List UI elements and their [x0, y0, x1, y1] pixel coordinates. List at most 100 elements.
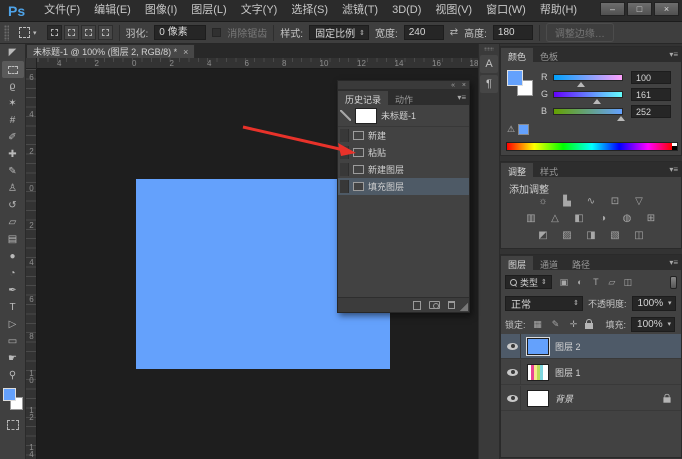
lock-all-icon[interactable] — [585, 323, 593, 329]
refine-edge-button[interactable]: 调整边缘… — [546, 23, 614, 42]
hand-tool[interactable]: ☛ — [2, 350, 24, 367]
crop-tool[interactable]: # — [2, 112, 24, 129]
eyedropper-tool[interactable]: ✐ — [2, 129, 24, 146]
history-state-row[interactable]: 填充图层 — [338, 178, 469, 195]
width-input[interactable]: 240 — [404, 25, 444, 40]
threshold-icon[interactable]: ◨ — [583, 229, 599, 242]
visibility-toggle[interactable] — [505, 386, 521, 410]
color-panel-menu-icon[interactable]: ▾≡ — [669, 50, 678, 59]
color-lookup-icon[interactable]: ⊞ — [643, 212, 659, 225]
filter-shape-icon[interactable]: ▱ — [605, 276, 619, 289]
new-snapshot-icon[interactable] — [429, 301, 440, 309]
color-spectrum-bar[interactable] — [506, 142, 678, 151]
menu-item-8[interactable]: 视图(V) — [428, 0, 479, 21]
new-selection-mode-button[interactable] — [47, 25, 62, 40]
type-tool[interactable]: T — [2, 299, 24, 316]
photo-filter-icon[interactable]: ◑ — [595, 212, 611, 225]
layer-thumbnail[interactable] — [527, 390, 549, 407]
maximize-button[interactable]: □ — [627, 2, 652, 16]
history-state-row[interactable]: 新建 — [338, 127, 469, 144]
layer-row[interactable]: 图层 1 — [501, 360, 681, 385]
channel-mixer-icon[interactable]: ◍ — [619, 212, 635, 225]
healing-brush-tool[interactable]: ✚ — [2, 146, 24, 163]
history-brush-tool[interactable]: ↺ — [2, 197, 24, 214]
shape-tool[interactable]: ▭ — [2, 333, 24, 350]
exposure-icon[interactable]: ⊡ — [607, 195, 623, 208]
visibility-toggle[interactable] — [505, 360, 521, 384]
menu-item-1[interactable]: 编辑(E) — [87, 0, 138, 21]
close-button[interactable]: × — [654, 2, 679, 16]
brightness-contrast-icon[interactable]: ☼ — [535, 195, 551, 208]
menu-item-10[interactable]: 帮助(H) — [533, 0, 584, 21]
lasso-tool[interactable]: ϱ — [2, 78, 24, 95]
channel-slider[interactable] — [553, 108, 623, 115]
history-source-checkbox[interactable] — [340, 163, 349, 176]
menu-item-6[interactable]: 滤镜(T) — [335, 0, 385, 21]
history-state-row[interactable]: 新建图层 — [338, 161, 469, 178]
slider-thumb[interactable] — [577, 82, 585, 87]
layers-tab-2[interactable]: 路径 — [565, 256, 597, 270]
history-tab-1[interactable]: 动作 — [388, 91, 420, 105]
lock-transparent-icon[interactable]: ▦ — [531, 318, 545, 331]
gamut-warning-icon[interactable]: ⚠ — [507, 124, 515, 135]
levels-icon[interactable]: ▙ — [559, 195, 575, 208]
posterize-icon[interactable]: ▨ — [559, 229, 575, 242]
style-dropdown[interactable]: 固定比例 ⇕ — [309, 25, 369, 40]
magic-wand-tool[interactable]: ✶ — [2, 95, 24, 112]
dodge-tool[interactable]: ◔ — [2, 265, 24, 282]
set-history-source-icon[interactable] — [340, 110, 351, 121]
layer-row[interactable]: 图层 2 — [501, 334, 681, 359]
zoom-tool[interactable]: ⚲ — [2, 367, 24, 384]
history-tab-0[interactable]: 历史记录 — [338, 91, 388, 105]
move-tool[interactable]: ◤ — [2, 44, 24, 61]
close-document-icon[interactable]: × — [183, 47, 188, 57]
new-document-from-state-icon[interactable] — [413, 301, 421, 310]
brush-tool[interactable]: ✎ — [2, 163, 24, 180]
channel-slider[interactable] — [553, 91, 623, 98]
rectangular-marquee-tool[interactable] — [2, 61, 24, 78]
height-input[interactable]: 180 — [493, 25, 533, 40]
filter-smart-object-icon[interactable]: ◫ — [621, 276, 635, 289]
lock-position-icon[interactable]: ✛ — [567, 318, 581, 331]
foreground-color-swatch[interactable] — [3, 388, 16, 401]
opacity-dropdown[interactable]: 100% ▾ — [632, 296, 676, 311]
filter-type-icon[interactable]: T — [589, 276, 603, 289]
layers-tab-1[interactable]: 通道 — [533, 256, 565, 270]
menu-item-7[interactable]: 3D(D) — [385, 0, 428, 21]
eraser-tool[interactable]: ▱ — [2, 214, 24, 231]
pen-tool[interactable]: ✒ — [2, 282, 24, 299]
antialias-checkbox[interactable] — [212, 28, 221, 37]
menu-item-2[interactable]: 图像(I) — [138, 0, 184, 21]
foreground-color-swatch[interactable] — [507, 70, 523, 86]
invert-icon[interactable]: ◩ — [535, 229, 551, 242]
hue-saturation-icon[interactable]: ▥ — [523, 212, 539, 225]
close-panel-icon[interactable]: × — [462, 81, 466, 90]
black-white-icon[interactable]: ◧ — [571, 212, 587, 225]
channel-value-input[interactable]: 161 — [631, 88, 671, 101]
channel-value-input[interactable]: 252 — [631, 105, 671, 118]
history-state-row[interactable]: 粘贴 — [338, 144, 469, 161]
slider-thumb[interactable] — [593, 99, 601, 104]
channel-value-input[interactable]: 100 — [631, 71, 671, 84]
menu-item-4[interactable]: 文字(Y) — [234, 0, 285, 21]
history-source-checkbox[interactable] — [340, 180, 349, 193]
adjustments-tab-0[interactable]: 调整 — [501, 163, 533, 177]
channel-slider[interactable] — [553, 74, 623, 81]
selective-color-icon[interactable]: ◫ — [631, 229, 647, 242]
minimize-button[interactable]: – — [600, 2, 625, 16]
character-panel-button[interactable]: A — [480, 55, 498, 73]
filter-image-icon[interactable]: ▣ — [557, 276, 571, 289]
layer-thumbnail[interactable] — [527, 364, 549, 381]
snapshot-row[interactable]: 未标题-1 — [338, 105, 469, 127]
swap-width-height-icon[interactable]: ⇄ — [450, 27, 458, 38]
slider-thumb[interactable] — [617, 116, 625, 121]
curves-icon[interactable]: ∿ — [583, 195, 599, 208]
layer-thumbnail[interactable] — [527, 338, 549, 355]
filter-toggle[interactable] — [670, 276, 677, 289]
layers-tab-0[interactable]: 图层 — [501, 256, 533, 270]
color-balance-icon[interactable]: △ — [547, 212, 563, 225]
adjustments-tab-1[interactable]: 样式 — [533, 163, 565, 177]
lock-paint-icon[interactable]: ✎ — [549, 318, 563, 331]
adjustments-panel-menu-icon[interactable]: ▾≡ — [669, 165, 678, 174]
screen-mode-button[interactable] — [7, 420, 19, 430]
